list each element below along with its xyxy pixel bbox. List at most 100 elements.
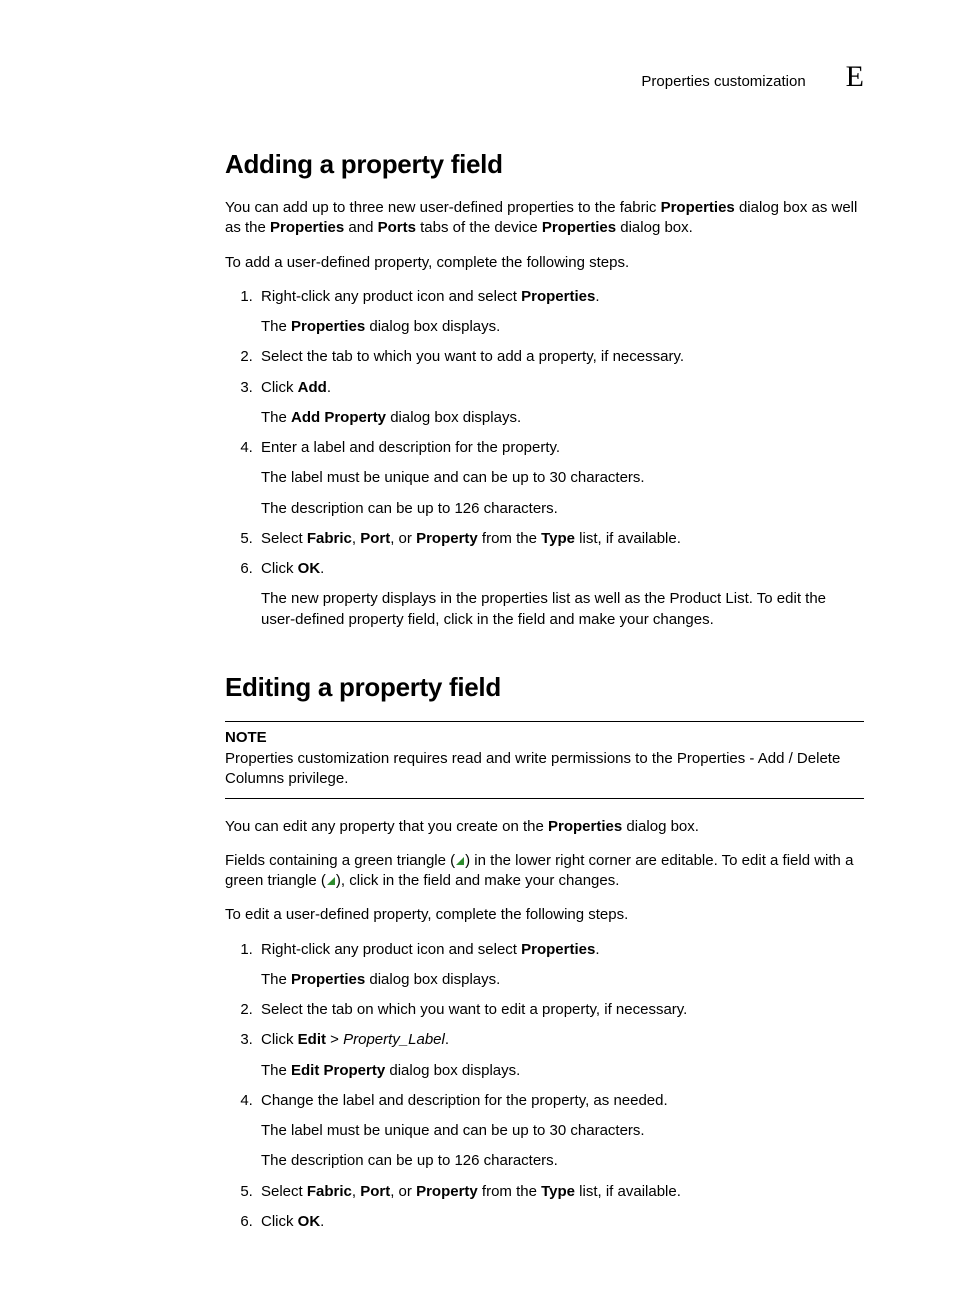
- step-sub: The label must be unique and can be up t…: [261, 468, 864, 488]
- text: You can add up to three new user-defined…: [225, 199, 661, 216]
- term-properties: Properties: [521, 941, 595, 958]
- step-sub: The Edit Property dialog box displays.: [261, 1061, 864, 1081]
- term-edit: Edit: [298, 1031, 326, 1048]
- text: Click: [261, 1213, 298, 1230]
- term-fabric: Fabric: [307, 530, 352, 547]
- text: Click: [261, 1031, 298, 1048]
- text: .: [445, 1031, 449, 1048]
- step-6: Click OK.: [257, 1212, 864, 1232]
- step-sub: The Properties dialog box displays.: [261, 317, 864, 337]
- steps-list-edit: Right-click any product icon and select …: [225, 940, 864, 1233]
- term-type: Type: [541, 1183, 575, 1200]
- text: Select: [261, 530, 307, 547]
- term-properties: Properties: [291, 971, 365, 988]
- text: from the: [478, 530, 541, 547]
- text: ,: [352, 530, 360, 547]
- term-add-property: Add Property: [291, 409, 386, 426]
- step-3: Click Add. The Add Property dialog box d…: [257, 378, 864, 429]
- step-2: Select the tab to which you want to add …: [257, 347, 864, 367]
- text: Select: [261, 1183, 307, 1200]
- term-fabric: Fabric: [307, 1183, 352, 1200]
- step-2: Select the tab on which you want to edit…: [257, 1000, 864, 1020]
- step-4: Enter a label and description for the pr…: [257, 438, 864, 519]
- text: Click: [261, 560, 298, 577]
- step-sub: The new property displays in the propert…: [261, 589, 864, 630]
- text: .: [327, 379, 331, 396]
- editable-triangle-icon: [455, 856, 465, 866]
- term-port: Port: [360, 530, 390, 547]
- text: The: [261, 409, 291, 426]
- step-sub: The description can be up to 126 charact…: [261, 1151, 864, 1171]
- text: The: [261, 318, 291, 335]
- step-1: Right-click any product icon and select …: [257, 940, 864, 991]
- text: You can edit any property that you creat…: [225, 818, 548, 835]
- heading-adding-property: Adding a property field: [225, 149, 864, 180]
- note-label: NOTE: [225, 728, 864, 748]
- text: , or: [390, 1183, 416, 1200]
- step-sub: The label must be unique and can be up t…: [261, 1121, 864, 1141]
- term-properties: Properties: [661, 199, 735, 216]
- text: dialog box.: [622, 818, 699, 835]
- text: The: [261, 1062, 291, 1079]
- text: The: [261, 971, 291, 988]
- document-page: Properties customization E Adding a prop…: [0, 0, 954, 1306]
- term-type: Type: [541, 530, 575, 547]
- step-6: Click OK. The new property displays in t…: [257, 559, 864, 630]
- text: Enter a label and description for the pr…: [261, 439, 560, 456]
- appendix-marker: E: [846, 60, 864, 94]
- paragraph: Fields containing a green triangle () in…: [225, 851, 864, 892]
- text: ,: [352, 1183, 360, 1200]
- term-properties: Properties: [291, 318, 365, 335]
- step-5: Select Fabric, Port, or Property from th…: [257, 529, 864, 549]
- step-4: Change the label and description for the…: [257, 1091, 864, 1172]
- step-1: Right-click any product icon and select …: [257, 287, 864, 338]
- term-properties: Properties: [548, 818, 622, 835]
- running-header: Properties customization E: [225, 60, 864, 94]
- text: , or: [390, 530, 416, 547]
- lead-in-paragraph: To add a user-defined property, complete…: [225, 253, 864, 273]
- term-properties: Properties: [521, 288, 595, 305]
- term-ok: OK: [298, 560, 321, 577]
- text: Change the label and description for the…: [261, 1092, 668, 1109]
- paragraph: You can edit any property that you creat…: [225, 817, 864, 837]
- term-properties: Properties: [270, 219, 344, 236]
- step-sub: The Add Property dialog box displays.: [261, 408, 864, 428]
- intro-paragraph: You can add up to three new user-defined…: [225, 198, 864, 239]
- text: list, if available.: [575, 530, 681, 547]
- heading-editing-property: Editing a property field: [225, 672, 864, 703]
- step-sub: The Properties dialog box displays.: [261, 970, 864, 990]
- term-ports: Ports: [378, 219, 416, 236]
- note-box: NOTE Properties customization requires r…: [225, 721, 864, 799]
- text: list, if available.: [575, 1183, 681, 1200]
- text: .: [320, 560, 324, 577]
- text: dialog box displays.: [365, 318, 500, 335]
- term-property: Property: [416, 1183, 478, 1200]
- text: ), click in the field and make your chan…: [336, 872, 619, 889]
- term-properties: Properties: [542, 219, 616, 236]
- text: Right-click any product icon and select: [261, 941, 521, 958]
- text: dialog box.: [616, 219, 693, 236]
- term-ok: OK: [298, 1213, 321, 1230]
- text: dialog box displays.: [365, 971, 500, 988]
- term-property: Property: [416, 530, 478, 547]
- step-sub: The description can be up to 126 charact…: [261, 499, 864, 519]
- lead-in-paragraph: To edit a user-defined property, complet…: [225, 905, 864, 925]
- text: dialog box displays.: [386, 409, 521, 426]
- text: Click: [261, 379, 298, 396]
- text: Fields containing a green triangle (: [225, 852, 455, 869]
- steps-list-add: Right-click any product icon and select …: [225, 287, 864, 630]
- text: >: [326, 1031, 343, 1048]
- editable-triangle-icon: [326, 876, 336, 886]
- running-title: Properties customization: [641, 73, 805, 90]
- term-add: Add: [298, 379, 327, 396]
- term-port: Port: [360, 1183, 390, 1200]
- step-5: Select Fabric, Port, or Property from th…: [257, 1182, 864, 1202]
- text: .: [595, 288, 599, 305]
- text: from the: [478, 1183, 541, 1200]
- step-3: Click Edit > Property_Label. The Edit Pr…: [257, 1030, 864, 1081]
- term-edit-property: Edit Property: [291, 1062, 385, 1079]
- spacer: [225, 644, 864, 672]
- text: dialog box displays.: [385, 1062, 520, 1079]
- note-body: Properties customization requires read a…: [225, 750, 840, 787]
- text: Right-click any product icon and select: [261, 288, 521, 305]
